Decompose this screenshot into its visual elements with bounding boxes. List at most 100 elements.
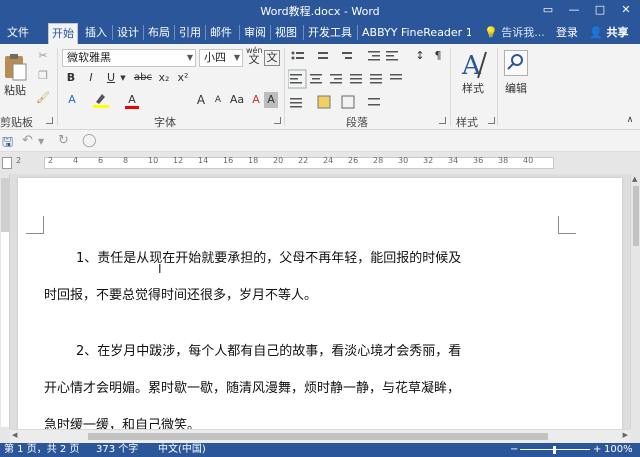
grow-font-button[interactable]: A — [193, 92, 209, 108]
close-button[interactable]: ✕ — [614, 1, 638, 19]
undo-dropdown-icon[interactable]: ▼ — [38, 137, 44, 146]
tab-layout[interactable]: 布局 — [145, 23, 173, 44]
font-size-combo[interactable]: 小四 ▼ — [199, 49, 243, 67]
paragraph-2[interactable]: 2、在岁月中跋涉，每个人都有自己的故事，看淡心境才会秀丽，看 开心情才会明媚。累… — [44, 333, 544, 429]
vertical-scrollbar[interactable]: ▲ — [630, 174, 640, 429]
document-page[interactable]: 1、责任是从现在开始就要承担的，父母不再年轻，能回报的时候及 时回报，不要总觉得… — [18, 178, 622, 429]
tab-references[interactable]: 引用 — [176, 23, 204, 44]
document-area[interactable]: 1、责任是从现在开始就要承担的，父母不再年轻，能回报的时候及 时回报，不要总觉得… — [10, 174, 630, 429]
styles-label: 样式 — [462, 82, 484, 95]
underline-button[interactable]: U — [104, 70, 118, 86]
tab-developer[interactable]: 开发工具 — [305, 23, 355, 44]
enclose-characters-button[interactable]: 文 — [264, 50, 280, 66]
ribbon-display-options-button[interactable]: ▭ — [536, 1, 560, 19]
cut-icon[interactable]: ✂ — [36, 48, 50, 64]
vertical-scroll-thumb[interactable] — [633, 186, 639, 246]
share-button[interactable]: 👤 共享 — [589, 23, 629, 43]
zoom-level[interactable]: 100% — [604, 443, 633, 457]
collapse-ribbon-icon[interactable]: ∧ — [625, 112, 635, 128]
change-case-button[interactable]: Aa — [228, 92, 246, 108]
paragraph-group-label: 段落 — [346, 116, 368, 129]
paragraph-line: 开心情才会明媚。累时歇一歇，随清风漫舞，烦时静一静，与花草凝眸， — [44, 381, 461, 396]
maximize-button[interactable]: □ — [588, 1, 612, 19]
show-marks-icon[interactable]: ¶ — [432, 48, 444, 64]
share-label: 共享 — [606, 26, 629, 39]
font-dialog-launcher[interactable] — [274, 117, 281, 124]
tab-home[interactable]: 开始 — [48, 23, 78, 44]
tab-separator — [143, 25, 144, 40]
clipboard-icon — [5, 54, 27, 81]
touch-mode-icon[interactable]: ◯ — [82, 133, 97, 148]
tab-file[interactable]: 文件 — [4, 23, 32, 44]
font-color-letter: A — [128, 93, 136, 106]
crop-mark — [26, 216, 44, 234]
phonetic-guide-button[interactable]: wén 文 — [246, 46, 263, 65]
format-painter-icon[interactable]: 🖌 — [36, 90, 50, 106]
scroll-up-icon[interactable]: ▲ — [632, 175, 637, 183]
paragraph-dialog-launcher[interactable] — [439, 117, 446, 124]
horizontal-scrollbar[interactable]: ◀ ▶ — [10, 429, 630, 443]
styles-dialog-launcher[interactable] — [488, 117, 495, 124]
scroll-left-icon[interactable]: ◀ — [12, 431, 17, 439]
zoom-slider-thumb[interactable] — [553, 446, 556, 454]
chevron-down-icon[interactable]: ▼ — [119, 70, 127, 86]
ruler-number: 38 — [498, 156, 509, 165]
ribbon-home: 粘贴 ✂ ❐ 🖌 剪贴板 微软雅黑 ▼ 小四 ▼ wén 文 文 B I U ▼… — [0, 44, 640, 130]
font-size-value: 小四 — [204, 51, 226, 64]
tab-separator — [270, 25, 271, 40]
tab-selector[interactable] — [2, 157, 12, 169]
font-name-combo[interactable]: 微软雅黑 ▼ — [62, 49, 196, 67]
tab-separator — [239, 25, 240, 40]
ruler-number: 36 — [473, 156, 484, 165]
copy-icon[interactable]: ❐ — [36, 68, 50, 84]
bold-button[interactable]: B — [64, 70, 78, 86]
ruler-number: 32 — [423, 156, 434, 165]
word-count[interactable]: 373 个字 — [96, 443, 138, 457]
tab-view[interactable]: 视图 — [272, 23, 300, 44]
ruler-number: 4 — [73, 156, 79, 165]
tab-separator — [357, 25, 358, 40]
tab-insert[interactable]: 插入 — [82, 23, 110, 44]
tab-mailings[interactable]: 邮件 — [207, 23, 235, 44]
chevron-down-icon: ▼ — [233, 53, 240, 62]
paragraph-line: 急时缓一缓，和自己微笑。 — [44, 418, 201, 429]
ruler-number: 2 — [16, 156, 22, 165]
language-indicator[interactable]: 中文(中国) — [158, 443, 206, 457]
subscript-button[interactable]: x₂ — [157, 70, 171, 86]
minimize-button[interactable]: — — [562, 1, 586, 19]
page-count[interactable]: 第 1 页，共 2 页 — [4, 443, 79, 457]
zoom-out-icon[interactable]: − — [510, 443, 518, 457]
tab-design[interactable]: 设计 — [114, 23, 142, 44]
sort-icon[interactable]: ↕ — [414, 48, 426, 64]
superscript-button[interactable]: x² — [176, 70, 190, 86]
tab-review[interactable]: 审阅 — [241, 23, 269, 44]
ruler-number: 16 — [223, 156, 234, 165]
tab-abbyy-finereader[interactable]: ABBYY FineReader 1’ — [359, 23, 471, 44]
crop-mark — [558, 216, 576, 234]
sign-in-link[interactable]: 登录 — [556, 23, 578, 43]
paste-label: 粘贴 — [4, 84, 26, 97]
shrink-font-button[interactable]: A — [211, 92, 225, 108]
clipboard-dialog-launcher[interactable] — [46, 117, 53, 124]
scroll-right-icon[interactable]: ▶ — [623, 431, 628, 439]
clear-formatting-button[interactable]: A — [248, 92, 264, 108]
ribbon-tabs: 文件 开始 插入 设计 布局 引用 邮件 审阅 视图 开发工具 ABBYY Fi… — [0, 20, 640, 44]
ruler-number: 2 — [48, 156, 54, 165]
italic-button[interactable]: I — [84, 70, 98, 86]
redo-icon[interactable]: ↻ — [58, 133, 69, 148]
paragraph-1[interactable]: 1、责任是从现在开始就要承担的，父母不再年轻，能回报的时候及 时回报，不要总觉得… — [44, 240, 544, 314]
editing-button[interactable] — [504, 50, 528, 76]
text-effects-button[interactable]: A — [64, 92, 80, 108]
zoom-in-icon[interactable]: + — [593, 443, 601, 457]
ruler-number: 6 — [98, 156, 104, 165]
styles-icon: A — [461, 51, 487, 81]
font-color-button[interactable]: A — [124, 92, 140, 109]
character-shading-button[interactable]: A — [264, 92, 278, 108]
tell-me-search[interactable]: 💡 告诉我... — [484, 23, 545, 43]
enclose-char: 文 — [266, 51, 278, 64]
horizontal-scroll-thumb[interactable] — [88, 433, 548, 440]
undo-icon[interactable]: ↶ — [22, 133, 33, 148]
highlight-button[interactable] — [92, 92, 110, 108]
ruler-number: 24 — [323, 156, 334, 165]
strikethrough-button[interactable]: abc — [133, 70, 153, 86]
